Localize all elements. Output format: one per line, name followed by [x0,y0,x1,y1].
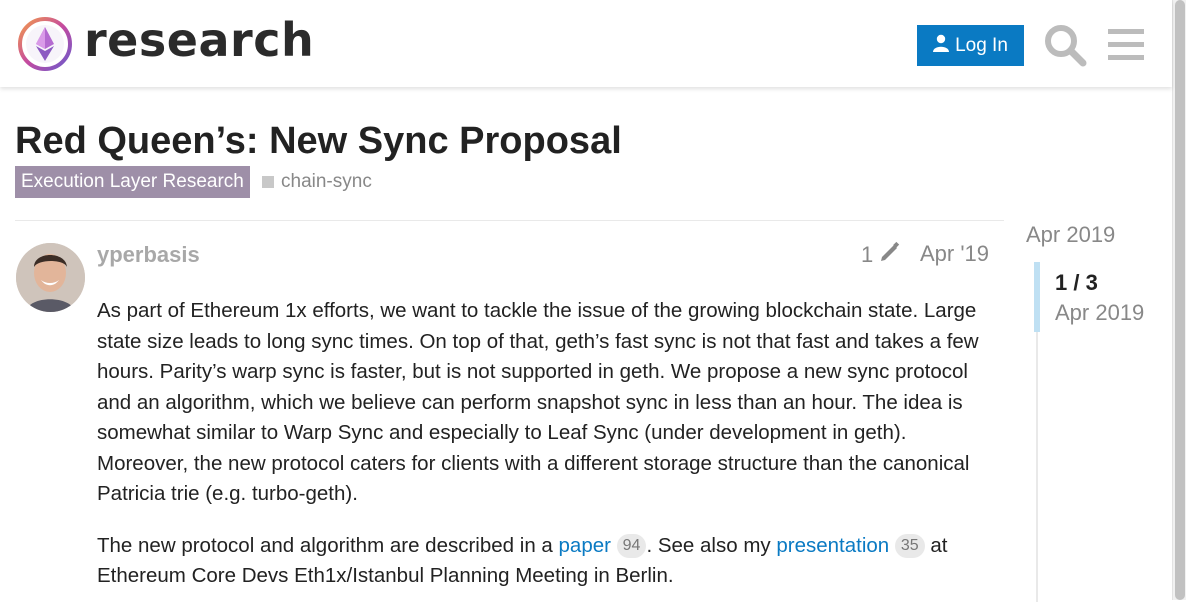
user-icon [933,34,950,58]
page-scrollbar[interactable] [1172,0,1186,600]
timeline-position: 1 / 3 [1055,270,1098,295]
edit-count: 1 [861,242,874,267]
presentation-link[interactable]: presentation [776,534,889,557]
topic-divider [15,220,1004,221]
tag-square-icon [262,176,274,188]
timeline-start-date[interactable]: Apr 2019 [1026,222,1115,248]
pencil-icon [879,241,901,269]
login-label: Log In [955,34,1008,56]
link-click-count: 35 [894,533,925,558]
login-button[interactable]: Log In [917,25,1024,66]
ethereum-research-logo-icon[interactable] [16,15,74,73]
post-paragraph: The new protocol and algorithm are descr… [97,531,997,592]
link-click-count: 94 [616,533,647,558]
hamburger-menu-icon[interactable] [1106,25,1146,65]
scrollbar-thumb[interactable] [1175,0,1185,600]
topic-title[interactable]: Red Queen’s: New Sync Proposal [15,120,622,163]
paper-link[interactable]: paper [559,534,611,557]
site-header: research Log In [0,0,1172,87]
timeline-handle[interactable] [1034,262,1040,332]
post-username[interactable]: yperbasis [97,242,200,268]
paragraph-text: . See also my [646,533,777,557]
search-icon[interactable] [1043,23,1087,67]
post-body: As part of Ethereum 1x efforts, we want … [97,296,997,613]
timeline-current-date: Apr 2019 [1055,300,1145,325]
tag-chain-sync[interactable]: chain-sync [262,170,372,194]
category-badge[interactable]: Execution Layer Research [15,166,250,198]
avatar[interactable] [16,243,85,312]
tag-label: chain-sync [281,171,372,192]
site-name[interactable]: research [84,13,314,67]
paragraph-text: The new protocol and algorithm are descr… [97,533,559,557]
post-date[interactable]: Apr '19 [920,241,989,267]
post-paragraph: As part of Ethereum 1x efforts, we want … [97,299,979,505]
edit-history-button[interactable]: 1 [861,241,901,269]
